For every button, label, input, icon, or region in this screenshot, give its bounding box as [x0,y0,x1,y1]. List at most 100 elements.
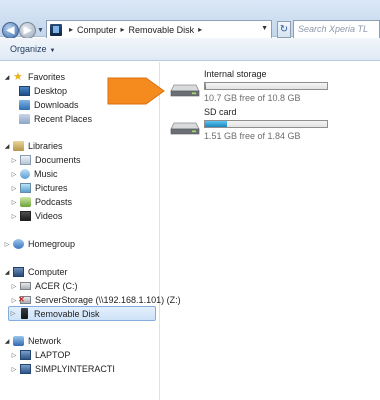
drive-name: Internal storage [204,69,267,79]
collapse-arrow-icon[interactable]: ◢ [3,338,11,345]
nav-item-documents[interactable]: ▷ Documents [10,153,81,167]
drive-icon [170,122,200,135]
expand-arrow-icon[interactable]: ▷ [10,297,18,304]
nav-item-label: Documents [35,155,81,165]
expand-arrow-icon[interactable]: ▷ [10,157,18,164]
nav-favorites-label: Favorites [28,72,66,82]
downloads-icon [19,100,30,110]
chevron-down-icon: ▼ [49,48,56,54]
nav-item-label: Videos [35,211,63,221]
nav-item-videos[interactable]: ▷ Videos [10,209,62,223]
nav-item-pictures[interactable]: ▷ Pictures [10,181,68,195]
expand-arrow-icon[interactable]: ▷ [10,185,18,192]
capacity-bar-fill [205,83,207,89]
nav-item-simplyinteracti[interactable]: ▷ SIMPLYINTERACTI [10,362,115,376]
search-placeholder: Search Xperia TL [298,24,369,34]
drive-tile-internal-storage[interactable]: Internal storage 10.7 GB free of 10.8 GB [170,69,370,109]
collapse-arrow-icon[interactable]: ◢ [3,74,11,81]
organize-button[interactable]: Organize ▼ [10,44,55,54]
expand-arrow-icon[interactable]: ▷ [10,199,18,206]
capacity-bar-fill [205,121,227,127]
address-dropdown-icon[interactable]: ▼ [261,25,268,32]
nav-item-serverstorage[interactable]: ▷ ServerStorage (\\192.168.1.101) (Z:) [10,293,181,307]
back-button[interactable]: ◀ [2,22,19,39]
drive-name: SD card [204,107,237,117]
expand-arrow-icon[interactable]: ▷ [10,213,18,220]
collapse-arrow-icon[interactable]: ◢ [3,143,11,150]
computer-icon [13,267,24,277]
computer-icon [20,350,31,360]
search-input[interactable]: Search Xperia TL [293,20,380,39]
pictures-icon [20,183,31,193]
refresh-button[interactable]: ↻ [277,21,291,38]
nav-item-label: Podcasts [35,197,73,207]
breadcrumb-separator-icon[interactable]: ▸ [121,25,125,34]
nav-item-music[interactable]: ▷ Music [10,167,58,181]
navigation-pane: ◢ ★ Favorites Desktop Downloads Recent P… [0,62,181,400]
computer-icon [20,364,31,374]
disconnected-network-drive-icon [18,295,31,304]
capacity-bar [204,120,328,128]
recent-pages-dropdown-icon[interactable]: ▼ [37,27,44,34]
nav-item-recent-places[interactable]: Recent Places [19,112,92,126]
recent-places-icon [19,114,30,124]
expand-arrow-icon[interactable]: ▷ [9,310,17,317]
breadcrumb[interactable]: ▸ Computer ▸ Removable Disk ▸ ▼ [46,20,272,39]
nav-item-label: ServerStorage (\\192.168.1.101) (Z:) [35,295,181,305]
nav-item-acer-c[interactable]: ▷ ACER (C:) [10,279,78,293]
podcasts-icon [20,197,31,207]
nav-homegroup-label: Homegroup [28,239,76,249]
nav-computer[interactable]: ◢ Computer [3,265,68,279]
nav-item-label: LAPTOP [35,350,71,360]
breadcrumb-separator-icon[interactable]: ▸ [198,25,202,34]
nav-item-label: Music [34,169,58,179]
nav-item-label: SIMPLYINTERACTI [35,364,115,374]
breadcrumb-separator-icon[interactable]: ▸ [69,25,73,34]
address-bar-area: ◀ ▶ ▼ ▸ Computer ▸ Removable Disk ▸ ▼ ↻ … [0,0,380,39]
expand-arrow-icon[interactable]: ▷ [3,241,11,248]
collapse-arrow-icon[interactable]: ◢ [3,269,11,276]
nav-network-label: Network [28,336,62,346]
network-icon [13,336,24,346]
expand-arrow-icon[interactable]: ▷ [10,352,18,359]
capacity-bar [204,82,328,90]
nav-item-label: Removable Disk [34,308,100,319]
expand-arrow-icon[interactable]: ▷ [10,283,18,290]
videos-icon [20,211,31,221]
nav-item-removable-disk[interactable]: ▷ Removable Disk [8,306,156,321]
nav-network[interactable]: ◢ Network [3,334,61,348]
expand-arrow-icon[interactable]: ▷ [10,171,18,178]
nav-item-podcasts[interactable]: ▷ Podcasts [10,195,72,209]
orange-arrow-icon [107,77,165,105]
drive-free-space: 1.51 GB free of 1.84 GB [204,131,301,141]
nav-item-label: Desktop [34,86,68,96]
homegroup-icon [13,239,24,249]
forward-button[interactable]: ▶ [19,22,36,39]
organize-label: Organize [10,44,47,54]
nav-item-label: Downloads [34,100,79,110]
nav-item-downloads[interactable]: Downloads [19,98,79,112]
nav-favorites[interactable]: ◢ ★ Favorites [3,70,65,84]
drive-icon [170,84,200,97]
nav-homegroup[interactable]: ▷ Homegroup [3,237,75,251]
nav-libraries[interactable]: ◢ Libraries [3,139,63,153]
nav-item-label: Recent Places [34,114,93,124]
drive-free-space: 10.7 GB free of 10.8 GB [204,93,301,103]
expand-arrow-icon[interactable]: ▷ [10,366,18,373]
nav-computer-label: Computer [28,267,68,277]
device-icon [50,23,62,36]
hard-drive-icon [20,282,31,290]
nav-libraries-label: Libraries [28,141,63,151]
music-icon [20,169,30,179]
nav-item-laptop[interactable]: ▷ LAPTOP [10,348,70,362]
breadcrumb-removable-disk[interactable]: Removable Disk [129,25,195,35]
desktop-icon [19,86,30,96]
drive-tile-sd-card[interactable]: SD card 1.51 GB free of 1.84 GB [170,107,370,147]
star-icon: ★ [13,71,23,83]
nav-item-desktop[interactable]: Desktop [19,84,67,98]
libraries-icon [13,141,24,151]
nav-item-label: Pictures [35,183,68,193]
documents-icon [20,155,31,165]
breadcrumb-computer[interactable]: Computer [77,25,117,35]
command-bar: Organize ▼ [0,38,380,61]
